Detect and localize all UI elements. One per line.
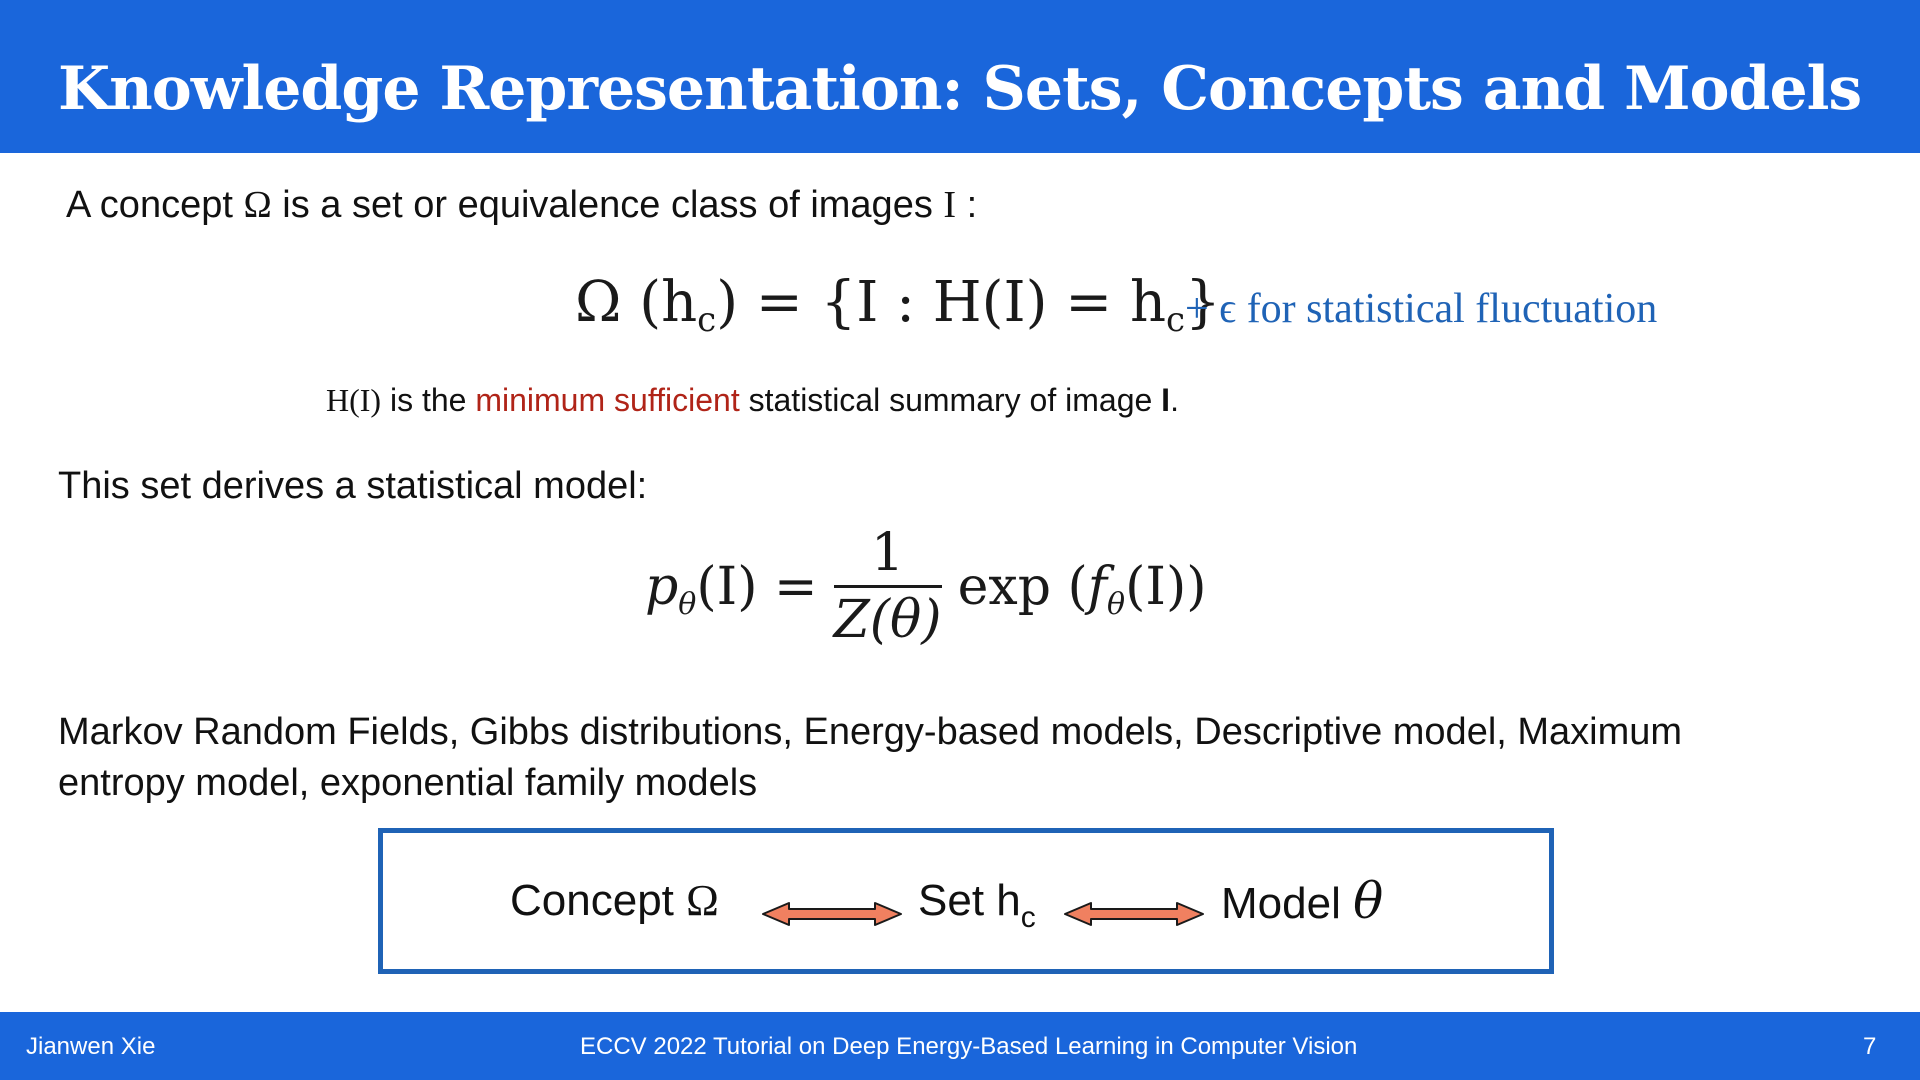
equivalence-row: Concept Ω Set hc Model θ xyxy=(383,833,1549,969)
eq2-rhs-arg: (I)) xyxy=(1125,556,1207,617)
image-bold: I xyxy=(1161,382,1171,418)
eq2-p-sub: θ xyxy=(678,586,697,622)
double-arrow-icon xyxy=(1064,902,1204,926)
minimum-sufficient-highlight: minimum sufficient xyxy=(475,382,740,418)
concept-definition: A concept Ω is a set or equivalence clas… xyxy=(66,180,977,230)
eq2-exp: exp ( xyxy=(957,556,1088,617)
title-bar: Knowledge Representation: Sets, Concepts… xyxy=(0,0,1920,153)
eq1-sub-c: c xyxy=(697,300,717,340)
model-family-list: Markov Random Fields, Gibbs distribution… xyxy=(58,711,1683,804)
summary-period: . xyxy=(1170,382,1179,418)
footer-event: ECCV 2022 Tutorial on Deep Energy-Based … xyxy=(580,1033,1358,1060)
eq2-denominator: Z(θ) xyxy=(833,590,942,650)
summary-pre: is the xyxy=(381,382,476,418)
eq2-lhs: pθ(I) = xyxy=(645,556,818,620)
concept-item: Concept Ω xyxy=(510,871,719,931)
eq1-set: ) = {I : H(I) = h xyxy=(716,270,1167,335)
equivalence-box: Concept Ω Set hc Model θ xyxy=(378,828,1554,974)
eq2-p: p xyxy=(645,556,679,617)
summary-statement: H(I) is the minimum sufficient statistic… xyxy=(326,375,1179,425)
eq2-lhs-arg: (I) = xyxy=(696,556,818,617)
fluctuation-note: + ϵ for statistical fluctuation xyxy=(1185,286,1658,332)
double-arrow-icon xyxy=(762,902,902,926)
model-theta: θ xyxy=(1353,872,1384,930)
model-intro: This set derives a statistical model: xyxy=(58,465,648,507)
set-item: Set hc xyxy=(918,871,1036,934)
eq2-f-sub: θ xyxy=(1107,586,1126,622)
image-variable: I xyxy=(943,184,957,226)
slide-title: Knowledge Representation: Sets, Concepts… xyxy=(58,54,1862,124)
concept-definition-middle: is a set or equivalence class of images xyxy=(271,184,944,226)
eq2-numerator: 1 xyxy=(833,525,942,588)
footer-author: Jianwen Xie xyxy=(26,1033,156,1060)
model-item: Model θ xyxy=(1221,871,1383,934)
page-number: 7 xyxy=(1863,1033,1877,1060)
summary-post: statistical summary of image xyxy=(739,382,1162,418)
eq2-f: f xyxy=(1087,556,1108,617)
concept-definition-suffix: : xyxy=(956,184,978,226)
concept-omega: Ω xyxy=(686,876,719,925)
concept-definition-prefix: A concept xyxy=(66,184,244,226)
eq1-lhs: Ω (h xyxy=(575,270,698,335)
concept-set-equation: Ω (hc) = {I : H(I) = hc} xyxy=(575,268,1221,338)
set-label: Set h xyxy=(918,876,1021,925)
eq1-sub-c2: c xyxy=(1166,300,1186,340)
eq2-rhs: exp (fθ(I)) xyxy=(957,556,1207,620)
footer-bar: Jianwen Xie ECCV 2022 Tutorial on Deep E… xyxy=(0,1012,1920,1080)
omega-symbol: Ω xyxy=(243,184,272,226)
concept-label: Concept xyxy=(510,876,687,925)
h-of-i: H(I) xyxy=(326,382,382,418)
eq2-fraction: 1 Z(θ) xyxy=(833,525,942,650)
model-label: Model xyxy=(1221,879,1354,928)
gibbs-model-equation: pθ(I) = 1 Z(θ) exp (fθ(I)) xyxy=(645,525,1207,665)
set-sub: c xyxy=(1020,901,1036,934)
